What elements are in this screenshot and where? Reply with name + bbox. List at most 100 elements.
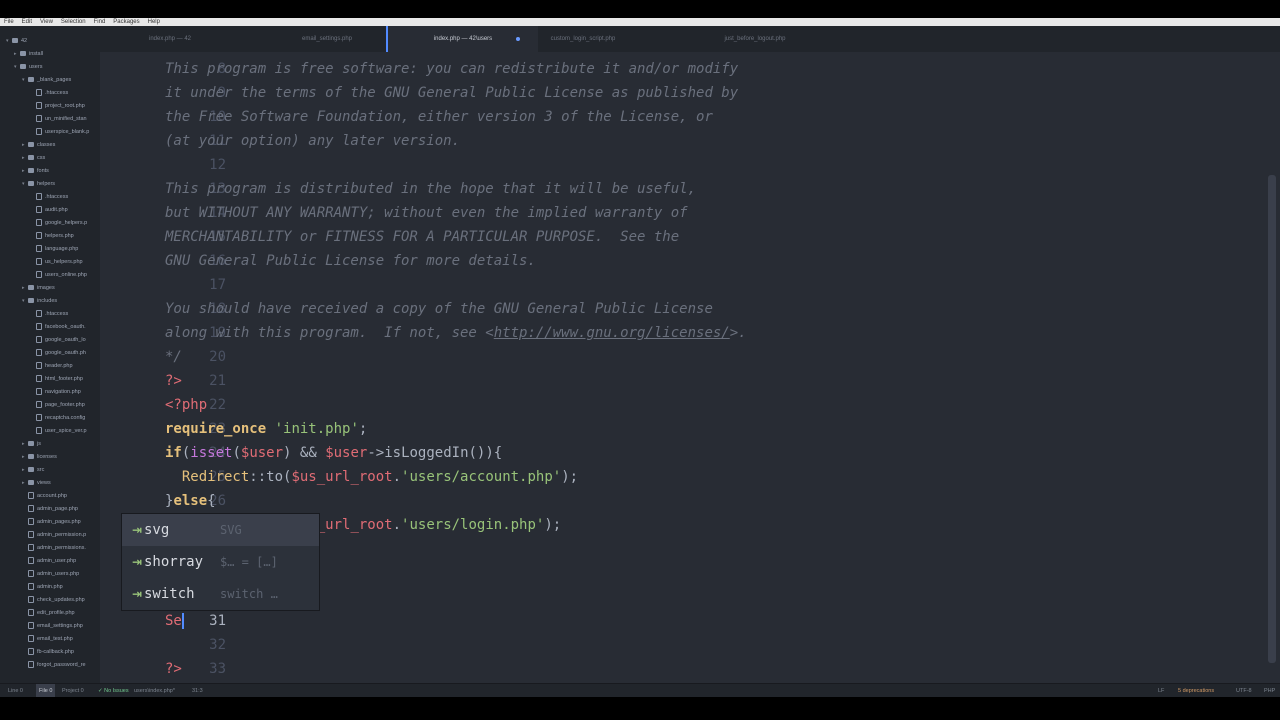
tree-folder[interactable]: ▾ 42 xyxy=(6,34,27,47)
tree-folder[interactable]: ▸ src xyxy=(22,463,44,476)
tree-file[interactable]: .htaccess xyxy=(30,86,68,99)
tab-4[interactable]: just_before_logout.php xyxy=(685,26,825,52)
tree-file[interactable]: google_helpers.p xyxy=(30,216,87,229)
menu-item-file[interactable]: File xyxy=(0,18,18,26)
menu-item-edit[interactable]: Edit xyxy=(18,18,36,26)
code-line[interactable]: if(isset($user) && $user->isLoggedIn()){ xyxy=(165,441,502,465)
tree-file[interactable]: admin_users.php xyxy=(22,567,79,580)
tree-folder[interactable]: ▸ views xyxy=(22,476,51,489)
code-line[interactable]: */ xyxy=(165,345,182,369)
status-file[interactable]: File 0 xyxy=(36,684,56,698)
autocomplete-item[interactable]: ⇥ svg SVG xyxy=(122,514,319,546)
code-line[interactable]: This program is distributed in the hope … xyxy=(165,177,696,201)
tree-folder[interactable]: ▸ licenses xyxy=(22,450,57,463)
tree-folder[interactable]: ▸ css xyxy=(22,151,45,164)
status-project[interactable]: Project 0 xyxy=(62,684,84,698)
tree-file[interactable]: userspice_blank.p xyxy=(30,125,89,138)
code-line[interactable]: ?> xyxy=(165,657,182,681)
status-grammar[interactable]: PHP xyxy=(1264,684,1275,698)
autocomplete-item[interactable]: ⇥ switch switch … xyxy=(122,578,319,610)
tree-file[interactable]: audit.php xyxy=(30,203,68,216)
code-line[interactable]: MERCHANTABILITY or FITNESS FOR A PARTICU… xyxy=(165,225,679,249)
folder-icon xyxy=(28,168,34,173)
tree-file[interactable]: admin_page.php xyxy=(22,502,78,515)
tree-folder[interactable]: ▸ fonts xyxy=(22,164,49,177)
vertical-scrollbar[interactable] xyxy=(1268,175,1276,663)
tree-file[interactable]: email_test.php xyxy=(22,632,73,645)
menu-item-selection[interactable]: Selection xyxy=(57,18,90,26)
autocomplete-item[interactable]: ⇥ shorray $… = […] xyxy=(122,546,319,578)
code-line[interactable]: the Free Software Foundation, either ver… xyxy=(165,105,713,129)
tree-view[interactable]: ▾ 42 ▸ install ▾ users ▾ _blank_pages .htaccess p… xyxy=(0,26,101,683)
tree-file[interactable]: language.php xyxy=(30,242,78,255)
tree-folder[interactable]: ▾ helpers xyxy=(22,177,55,190)
tree-file[interactable]: admin_permission.p xyxy=(22,528,86,541)
tree-file[interactable]: user_spice_ver.p xyxy=(30,424,87,437)
tree-file[interactable]: admin.php xyxy=(22,580,63,593)
tree-file[interactable]: header.php xyxy=(30,359,73,372)
tree-file[interactable]: admin_permissions. xyxy=(22,541,86,554)
tree-file[interactable]: admin_pages.php xyxy=(22,515,81,528)
status-line-ending[interactable]: LF xyxy=(1158,684,1164,698)
tree-file[interactable]: recaptcha.config xyxy=(30,411,85,424)
file-icon xyxy=(36,115,42,122)
tree-file[interactable]: admin_user.php xyxy=(22,554,76,567)
tree-folder[interactable]: ▸ js xyxy=(22,437,41,450)
tree-file[interactable]: check_updates.php xyxy=(22,593,85,606)
status-line[interactable]: Line 0 xyxy=(8,684,23,698)
status-file-path[interactable]: users\index.php* xyxy=(134,684,175,698)
tree-file[interactable]: project_root.php xyxy=(30,99,85,112)
code-line[interactable]: it under the terms of the GNU General Pu… xyxy=(165,81,738,105)
code-line[interactable]: }else{ xyxy=(165,489,216,513)
menu-item-help[interactable]: Help xyxy=(144,18,164,26)
status-deprecations[interactable]: 5 deprecations xyxy=(1178,684,1214,698)
code-line[interactable]: Redirect::to($us_url_root.'users/account… xyxy=(165,465,578,489)
tree-item-label: project_root.php xyxy=(45,102,85,109)
code-line[interactable]: Se xyxy=(165,609,184,633)
code-line[interactable]: You should have received a copy of the G… xyxy=(165,297,713,321)
menu-item-find[interactable]: Find xyxy=(90,18,110,26)
tab-0[interactable]: index.php — 42 xyxy=(100,26,240,52)
tree-file[interactable]: html_footer.php xyxy=(30,372,83,385)
tab-3[interactable]: custom_login_script.php xyxy=(513,26,653,52)
code-line[interactable]: require_once 'init.php'; xyxy=(165,417,367,441)
tree-file[interactable]: .htaccess xyxy=(30,307,68,320)
tree-file[interactable]: google_oauth_lo xyxy=(30,333,86,346)
tree-file[interactable]: edit_profile.php xyxy=(22,606,75,619)
tree-file[interactable]: .htaccess xyxy=(30,190,68,203)
folder-icon xyxy=(28,155,34,160)
tree-folder[interactable]: ▾ includes xyxy=(22,294,57,307)
tree-folder[interactable]: ▾ _blank_pages xyxy=(22,73,71,86)
code-line[interactable]: but WITHOUT ANY WARRANTY; without even t… xyxy=(165,201,688,225)
tree-folder[interactable]: ▸ install xyxy=(14,47,43,60)
tree-file[interactable]: helpers.php xyxy=(30,229,74,242)
tab-1[interactable]: email_settings.php xyxy=(257,26,397,52)
code-line[interactable]: ?> xyxy=(165,369,182,393)
tree-file[interactable]: email_settings.php xyxy=(22,619,83,632)
status-encoding[interactable]: UTF-8 xyxy=(1236,684,1252,698)
tree-file[interactable]: account.php xyxy=(22,489,67,502)
tree-file[interactable]: us_helpers.php xyxy=(30,255,83,268)
code-line[interactable]: along with this program. If not, see <ht… xyxy=(165,321,747,345)
tree-file[interactable]: users_online.php xyxy=(30,268,87,281)
tree-file[interactable]: facebook_oauth. xyxy=(30,320,86,333)
tree-folder[interactable]: ▸ images xyxy=(22,281,55,294)
code-line[interactable]: <?php xyxy=(165,393,207,417)
autocomplete-popup[interactable]: ⇥ svg SVG ⇥ shorray $… = […] ⇥ switch switch … xyxy=(121,513,320,611)
code-line[interactable]: This program is free software: you can r… xyxy=(165,57,738,81)
tree-folder[interactable]: ▾ users xyxy=(14,60,42,73)
tree-item-label: userspice_blank.p xyxy=(45,128,90,135)
menu-item-view[interactable]: View xyxy=(36,18,57,26)
tree-file[interactable]: fb-callback.php xyxy=(22,645,74,658)
menu-item-packages[interactable]: Packages xyxy=(109,18,143,26)
tree-folder[interactable]: ▸ classes xyxy=(22,138,55,151)
tree-file[interactable]: page_footer.php xyxy=(30,398,85,411)
code-line[interactable]: (at your option) any later version. xyxy=(165,129,460,153)
status-cursor-position[interactable]: 31:3 xyxy=(192,684,203,698)
status-issues[interactable]: ✓ No Issues xyxy=(98,684,129,698)
code-line[interactable]: GNU General Public License for more deta… xyxy=(165,249,536,273)
tree-file[interactable]: un_minified_stan xyxy=(30,112,87,125)
tree-file[interactable]: google_oauth.ph xyxy=(30,346,86,359)
tree-file[interactable]: forgot_password_re xyxy=(22,658,86,671)
tree-file[interactable]: navigation.php xyxy=(30,385,81,398)
